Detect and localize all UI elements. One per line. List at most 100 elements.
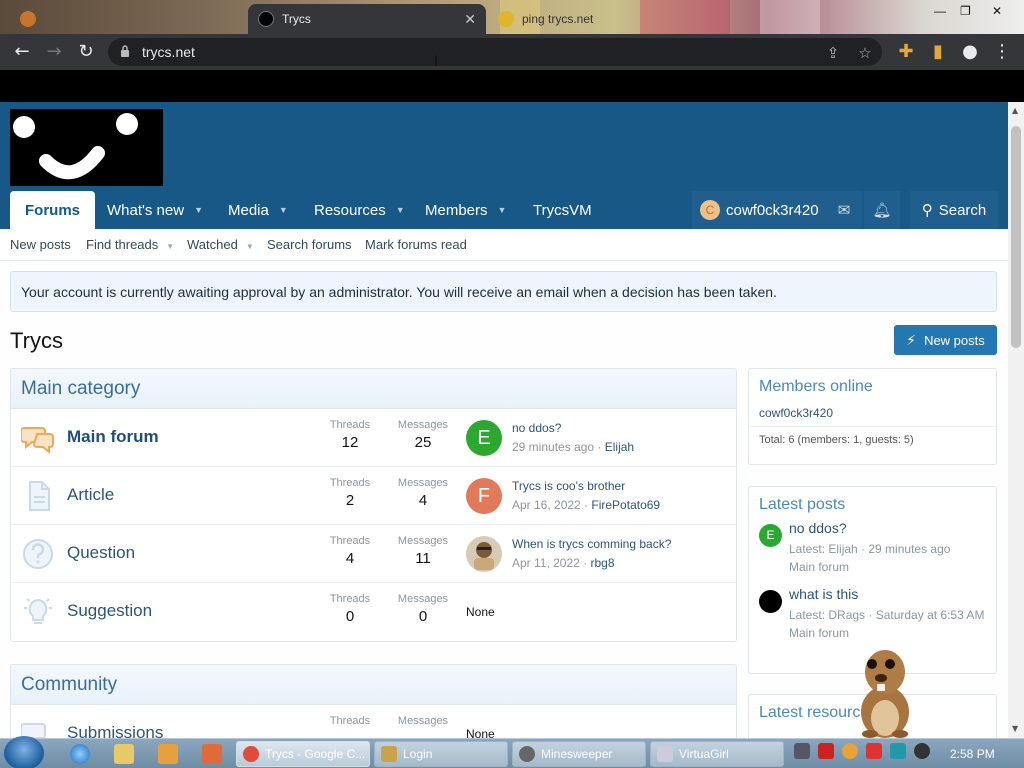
chevron-down-icon[interactable]: ▼: [279, 205, 288, 215]
taskbar-label: VirtuaGirl: [679, 747, 729, 761]
last-post-user[interactable]: rbg8: [591, 556, 615, 570]
forum-link[interactable]: Suggestion: [67, 601, 152, 621]
search-button[interactable]: ⚲ Search: [910, 191, 998, 229]
category-title[interactable]: Community: [11, 665, 736, 705]
subnav-new-posts[interactable]: New posts: [10, 237, 71, 252]
back-icon[interactable]: ←: [12, 42, 32, 62]
category-community: Community Submissions Threads Messages N…: [10, 664, 737, 738]
clock[interactable]: 2:58 PM: [950, 747, 995, 761]
last-thread-link[interactable]: When is trycs comming back?: [512, 537, 671, 551]
last-post-user[interactable]: Elijah: [605, 440, 634, 454]
page-scrollbar[interactable]: ▲ ▼: [1008, 102, 1024, 738]
avatar[interactable]: [759, 590, 782, 613]
nav-tab-forums[interactable]: Forums: [10, 191, 96, 229]
forum-link[interactable]: Submissions: [67, 723, 163, 738]
forum-link[interactable]: Article: [67, 485, 114, 505]
chevron-down-icon[interactable]: ▼: [498, 205, 507, 215]
start-button[interactable]: [4, 736, 44, 768]
latest-post-link[interactable]: no ddos?: [789, 520, 847, 536]
browser-tab-ping[interactable]: ping trycs.net: [488, 4, 726, 34]
forum-link[interactable]: Main forum: [67, 427, 159, 447]
widget-title[interactable]: Members online: [749, 369, 996, 400]
internet-explorer-icon[interactable]: [70, 744, 90, 764]
nav-tab-members[interactable]: Members ▼: [425, 191, 506, 229]
subnav-find-threads[interactable]: Find threads ▼: [86, 237, 174, 252]
avatar[interactable]: [466, 536, 502, 572]
tray-v-icon[interactable]: [818, 743, 834, 759]
omnibox[interactable]: trycs.net ⇪ ☆: [108, 38, 882, 66]
scroll-up-icon[interactable]: ▲: [1012, 106, 1018, 115]
latest-post-forum[interactable]: Main forum: [789, 624, 989, 642]
nav-tab-resources[interactable]: Resources ▼: [314, 191, 405, 229]
tray-search-icon[interactable]: [842, 743, 858, 759]
widget-title[interactable]: Latest posts: [749, 487, 996, 518]
scrollbar-thumb[interactable]: [1011, 126, 1021, 348]
avatar[interactable]: E: [759, 524, 782, 547]
url-text: trycs.net: [142, 44, 195, 60]
document-icon: [29, 481, 50, 511]
taskbar-window-virtuagirl[interactable]: VirtuaGirl: [650, 741, 784, 767]
explorer-folder-icon[interactable]: [114, 744, 134, 764]
close-tab-icon[interactable]: ✕: [464, 11, 476, 28]
minimize-icon[interactable]: —: [934, 4, 946, 18]
browser-tab-trycs[interactable]: Trycs ✕: [248, 4, 486, 34]
taskbar-window-login[interactable]: Login: [374, 741, 508, 767]
login-app-icon: [381, 746, 397, 762]
restore-icon[interactable]: ❐: [960, 4, 971, 18]
last-thread-link[interactable]: Trycs is coo's brother: [512, 479, 625, 493]
close-window-icon[interactable]: ✕: [992, 4, 1002, 18]
chevron-down-icon[interactable]: ▼: [194, 205, 203, 215]
online-member-link[interactable]: cowf0ck3r420: [759, 406, 833, 420]
chevron-down-icon[interactable]: ▼: [396, 205, 405, 215]
subnav-search-forums[interactable]: Search forums: [267, 237, 352, 252]
tray-flag-icon[interactable]: [866, 743, 882, 759]
subnav-mark-read[interactable]: Mark forums read: [365, 237, 467, 252]
stat-value: 2: [345, 492, 355, 509]
stat-label: Threads: [329, 477, 371, 489]
last-post-time[interactable]: Apr 16, 2022: [512, 498, 581, 512]
tray-volume-icon[interactable]: [914, 743, 930, 759]
media-player-icon[interactable]: [158, 744, 178, 764]
last-thread-link[interactable]: no ddos?: [512, 421, 561, 435]
share-icon[interactable]: ⇪: [824, 44, 842, 62]
last-post-time[interactable]: 29 minutes ago: [512, 440, 594, 454]
latest-post-link[interactable]: what is this: [789, 586, 858, 602]
last-post-time[interactable]: Apr 11, 2022: [512, 556, 580, 570]
bell-icon[interactable]: 🔔︎: [864, 191, 900, 229]
forward-icon[interactable]: →: [44, 42, 64, 62]
subnav-watched[interactable]: Watched ▼: [187, 237, 254, 252]
taskbar-window-chrome[interactable]: Trycs - Google C...: [236, 741, 370, 767]
menu-kebab-icon[interactable]: ⋮: [992, 42, 1012, 62]
firefox-icon[interactable]: [202, 744, 222, 764]
bookmark-star-icon[interactable]: ☆: [856, 44, 874, 62]
extensions-icon[interactable]: ✚: [896, 42, 916, 62]
taskbar-window-minesweeper[interactable]: Minesweeper: [512, 741, 646, 767]
nav-tab-whats-new[interactable]: What's new ▼: [107, 191, 203, 229]
page-title: Trycs: [10, 328, 63, 353]
profile-icon[interactable]: ●: [960, 42, 980, 62]
new-posts-button[interactable]: ⚡︎ New posts: [894, 325, 997, 355]
nav-tab-trycsvm[interactable]: TrycsVM: [533, 191, 592, 229]
tray-network-icon[interactable]: [794, 743, 810, 759]
last-post-user[interactable]: FirePotato69: [591, 498, 660, 512]
nav-tab-media[interactable]: Media ▼: [228, 191, 288, 229]
minesweeper-icon: [519, 746, 535, 762]
side-panel-icon[interactable]: ▮: [928, 42, 948, 62]
reload-icon[interactable]: ↻: [76, 42, 96, 62]
nav-label: Members: [425, 201, 488, 219]
forum-link[interactable]: Question: [67, 543, 135, 563]
avatar[interactable]: E: [466, 420, 502, 456]
avatar[interactable]: F: [466, 478, 502, 514]
inbox-icon[interactable]: ✉: [826, 191, 862, 229]
account-menu[interactable]: C cowf0ck3r420: [692, 191, 827, 229]
scroll-down-icon[interactable]: ▼: [1012, 724, 1018, 733]
latest-post-forum[interactable]: Main forum: [789, 558, 989, 576]
chevron-down-icon[interactable]: ▼: [246, 242, 254, 251]
browser-tab-dashboard[interactable]: [10, 4, 248, 34]
threads-stat: Threads: [320, 715, 380, 727]
bolt-icon: ⚡︎: [906, 331, 917, 348]
chevron-down-icon[interactable]: ▼: [166, 242, 174, 251]
site-logo[interactable]: [10, 109, 163, 186]
category-title[interactable]: Main category: [11, 369, 736, 409]
tray-monitor-icon[interactable]: [890, 743, 906, 759]
